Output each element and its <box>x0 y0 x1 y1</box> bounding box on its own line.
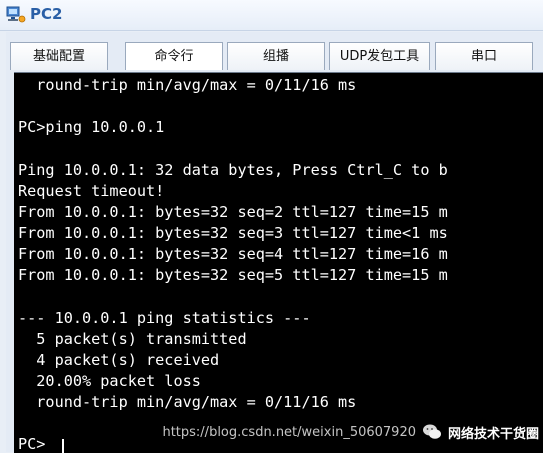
tab-bar: 基础配置 命令行 组播 UDP发包工具 串口 <box>10 42 543 72</box>
terminal-line: 5 packet(s) transmitted <box>18 330 247 348</box>
terminal-line: round-trip min/avg/max = 0/11/16 ms <box>18 393 357 411</box>
terminal-line: round-trip min/avg/max = 0/11/16 ms <box>18 76 357 94</box>
terminal-console[interactable]: round-trip min/avg/max = 0/11/16 ms PC>p… <box>14 72 543 453</box>
terminal-line: PC>ping 10.0.0.1 <box>18 118 165 136</box>
terminal-line: 4 packet(s) received <box>18 351 220 369</box>
terminal-line: --- 10.0.0.1 ping statistics --- <box>18 309 311 327</box>
terminal-prompt: PC> <box>18 435 46 453</box>
terminal-line: From 10.0.0.1: bytes=32 seq=4 ttl=127 ti… <box>18 245 448 263</box>
terminal-line: Request timeout! <box>18 182 165 200</box>
title-bar: PC2 <box>0 0 543 31</box>
watermark: https://blog.csdn.net/weixin_50607920 网络… <box>162 422 539 442</box>
wechat-icon <box>422 424 441 439</box>
tab-multicast[interactable]: 组播 <box>227 42 325 70</box>
tab-command-line[interactable]: 命令行 <box>125 42 223 70</box>
window-title: PC2 <box>30 5 63 23</box>
text-cursor <box>62 439 64 453</box>
tab-udp-tool[interactable]: UDP发包工具 <box>329 42 430 70</box>
terminal-line: From 10.0.0.1: bytes=32 seq=5 ttl=127 ti… <box>18 266 448 284</box>
watermark-url: https://blog.csdn.net/weixin_50607920 <box>162 424 416 440</box>
tab-serial-port[interactable]: 串口 <box>435 42 533 70</box>
tab-basic-config[interactable]: 基础配置 <box>10 42 108 70</box>
terminal-line: Ping 10.0.0.1: 32 data bytes, Press Ctrl… <box>18 161 448 179</box>
terminal-line: From 10.0.0.1: bytes=32 seq=2 ttl=127 ti… <box>18 203 448 221</box>
watermark-account-name: 网络技术干货圈 <box>447 426 539 442</box>
terminal-line: From 10.0.0.1: bytes=32 seq=3 ttl=127 ti… <box>18 224 448 242</box>
pc-app-icon <box>6 6 26 23</box>
terminal-line: 20.00% packet loss <box>18 372 201 390</box>
